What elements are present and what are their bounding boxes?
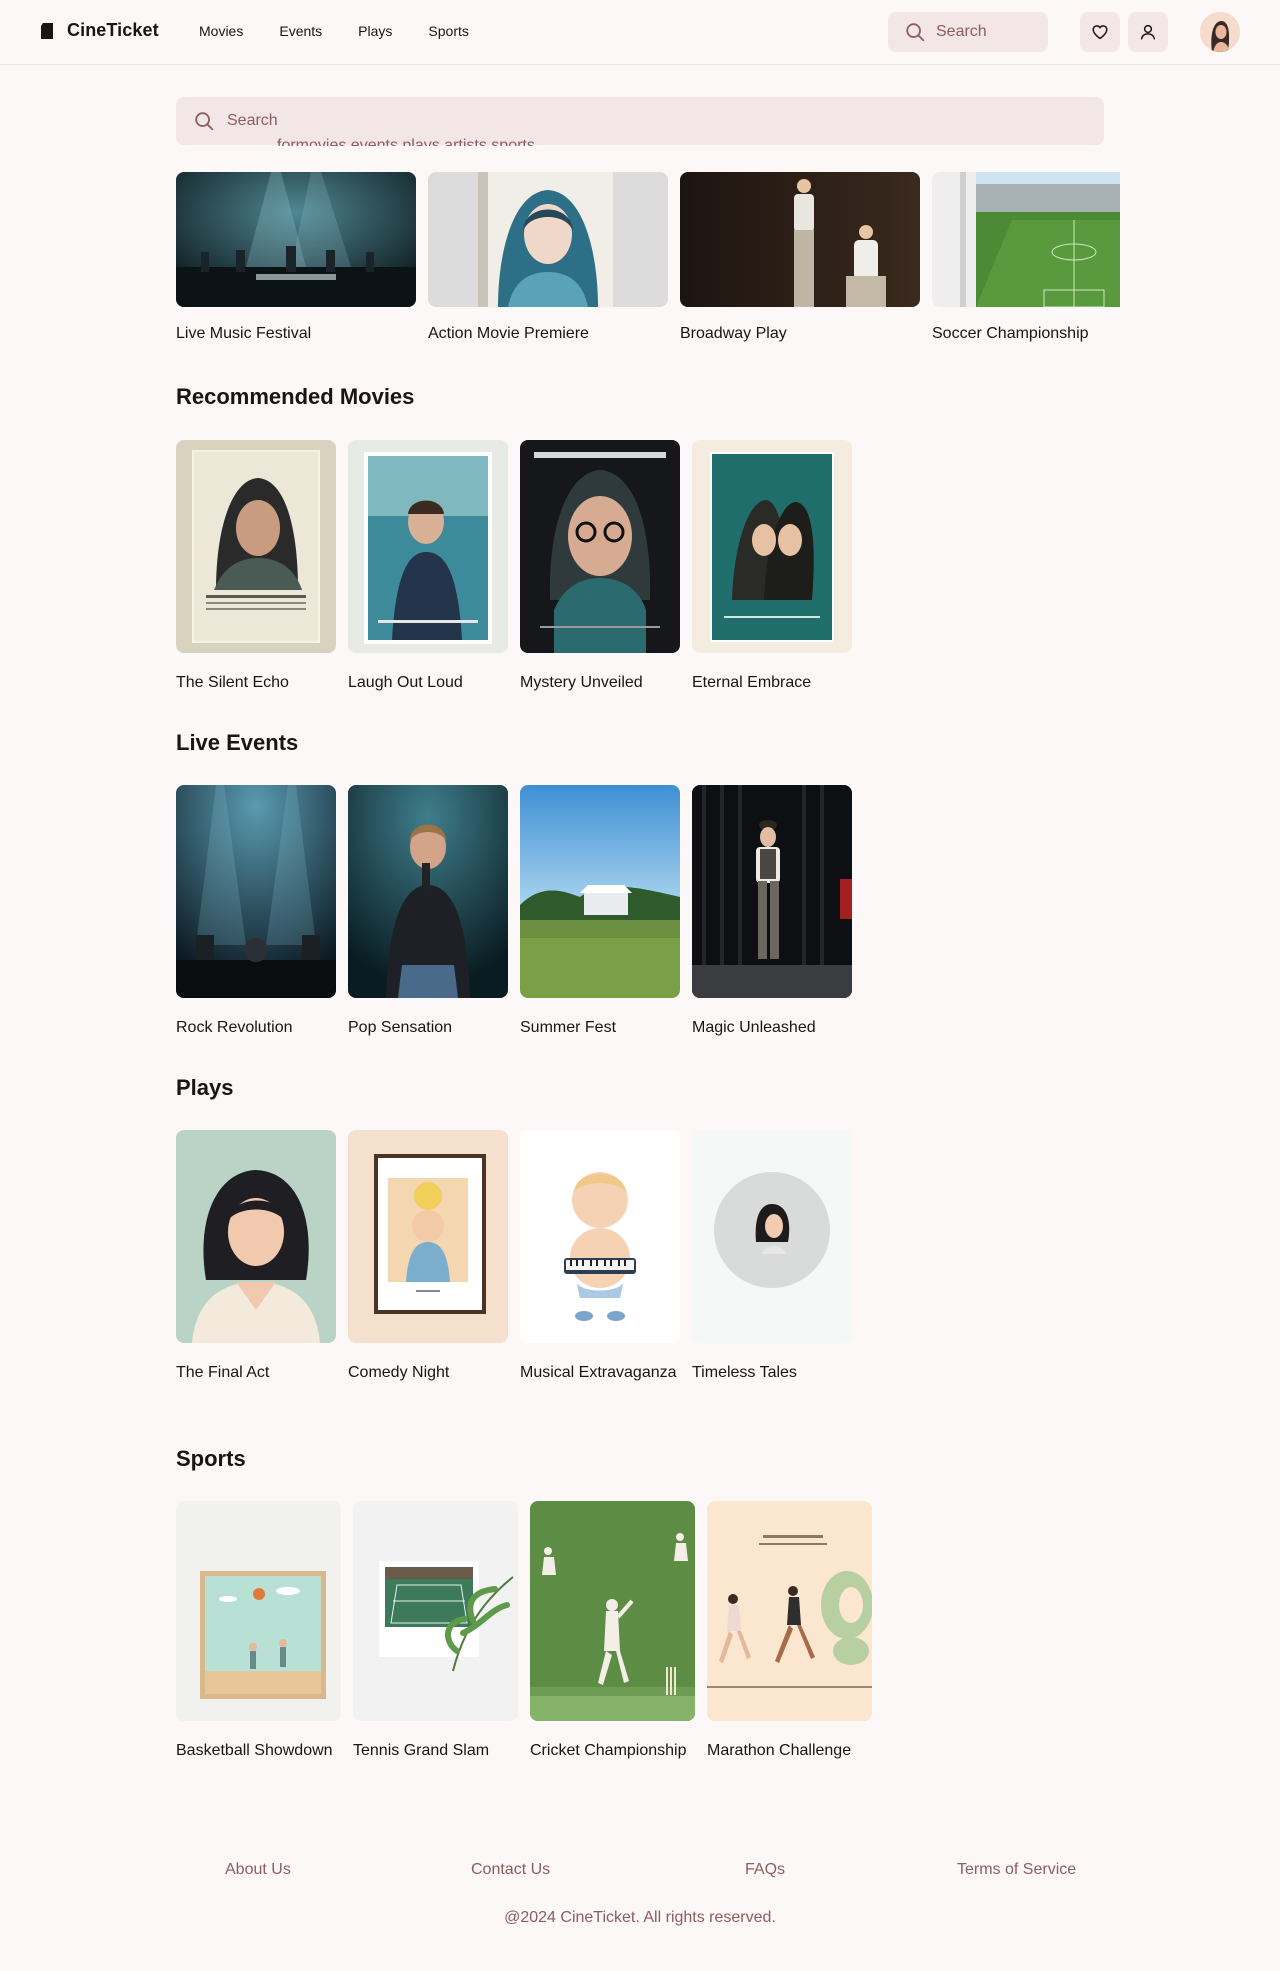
section-title-recommended-movies: Recommended Movies	[176, 384, 415, 409]
copyright-text: @2024 CineTicket. All rights reserved.	[504, 1909, 776, 1926]
movie-card[interactable]: The Silent Echo	[176, 440, 336, 695]
event-title: Magic Unleashed	[692, 1019, 816, 1036]
play-title: Comedy Night	[348, 1364, 450, 1381]
search-icon	[195, 112, 214, 131]
avatar-portrait-image	[1200, 12, 1240, 52]
main-nav: Movies Events Plays Sports	[199, 23, 469, 39]
poster-laugh-out-loud-image	[348, 440, 508, 653]
featured-title: Broadway Play	[680, 325, 787, 342]
movie-title: The Silent Echo	[176, 674, 289, 691]
featured-title: Soccer Championship	[932, 325, 1089, 342]
sports-marathon-challenge-image	[707, 1501, 872, 1721]
sports-card[interactable]: Cricket Championship	[530, 1501, 695, 1763]
nav-item-movies[interactable]: Movies	[199, 23, 243, 39]
header-search-placeholder: Search	[936, 23, 987, 40]
movie-card[interactable]: Mystery Unveiled	[520, 440, 680, 695]
user-icon	[1140, 24, 1156, 40]
main-search-placeholder: Search	[227, 112, 278, 129]
event-pop-sensation-image	[348, 785, 508, 998]
play-title: Timeless Tales	[692, 1364, 797, 1381]
sports-title: Tennis Grand Slam	[353, 1742, 490, 1759]
sports-card[interactable]: Marathon Challenge	[707, 1501, 872, 1763]
event-title: Pop Sensation	[348, 1019, 453, 1036]
sports-basketball-showdown-image	[176, 1501, 341, 1721]
top-navigation-bar: CineTicket Movies Events Plays Sports Se…	[0, 0, 1280, 65]
nav-item-plays[interactable]: Plays	[358, 23, 392, 39]
featured-card[interactable]: Action Movie Premiere	[428, 172, 668, 343]
footer-link-faqs[interactable]: FAQs	[745, 1861, 785, 1879]
sports-tennis-grand-slam-image	[353, 1501, 518, 1721]
featured-carousel: Live Music Festival Action Movie Premier…	[176, 172, 1120, 352]
sports-title: Marathon Challenge	[707, 1742, 852, 1759]
play-title: The Final Act	[176, 1364, 270, 1381]
section-title-plays: Plays	[176, 1075, 234, 1100]
sports-title: Basketball Showdown	[176, 1742, 333, 1759]
nav-item-events[interactable]: Events	[279, 23, 322, 39]
featured-card[interactable]: Soccer Championship	[932, 172, 1120, 343]
event-card[interactable]: Pop Sensation	[348, 785, 508, 1040]
concert-stage-image	[176, 172, 416, 307]
sports-card[interactable]: Basketball Showdown	[176, 1501, 341, 1763]
poster-eternal-embrace-image	[692, 440, 852, 653]
movie-title: Mystery Unveiled	[520, 674, 643, 691]
app-name: CineTicket	[67, 20, 159, 40]
account-button[interactable]	[1128, 12, 1168, 52]
event-card[interactable]: Rock Revolution	[176, 785, 336, 1040]
movie-title: Laugh Out Loud	[348, 674, 463, 691]
poster-the-silent-echo-image	[176, 440, 336, 653]
section-title-sports: Sports	[176, 1446, 246, 1471]
play-title: Musical Extravaganza	[520, 1364, 677, 1381]
movie-poster-woman-image	[428, 172, 668, 307]
play-musical-extravaganza-image	[520, 1130, 680, 1343]
play-timeless-tales-image	[692, 1130, 852, 1343]
search-icon	[906, 23, 925, 42]
favorites-button[interactable]	[1080, 12, 1120, 52]
footer-link-contact-us[interactable]: Contact Us	[471, 1861, 550, 1879]
soccer-stadium-image	[932, 172, 1120, 307]
poster-mystery-unveiled-image	[520, 440, 680, 653]
user-avatar[interactable]	[1200, 12, 1240, 52]
logo[interactable]: CineTicket	[40, 20, 159, 41]
sports-title: Cricket Championship	[530, 1742, 687, 1759]
search-overflow-text: formovies,events,plays,artists,sports	[277, 137, 535, 146]
broadway-actors-image	[680, 172, 920, 307]
play-the-final-act-image	[176, 1130, 336, 1343]
nav-item-sports[interactable]: Sports	[428, 23, 468, 39]
play-card[interactable]: Musical Extravaganza	[520, 1130, 680, 1385]
play-card[interactable]: The Final Act	[176, 1130, 336, 1385]
featured-card[interactable]: Broadway Play	[680, 172, 920, 343]
event-magic-unleashed-image	[692, 785, 852, 998]
footer-link-terms-of-service[interactable]: Terms of Service	[957, 1861, 1076, 1879]
featured-card[interactable]: Live Music Festival	[176, 172, 416, 343]
featured-title: Action Movie Premiere	[428, 325, 589, 342]
event-card[interactable]: Magic Unleashed	[692, 785, 852, 1040]
sports-card[interactable]: Tennis Grand Slam	[353, 1501, 518, 1763]
movie-card[interactable]: Laugh Out Loud	[348, 440, 508, 695]
movie-title: Eternal Embrace	[692, 674, 812, 691]
movie-card[interactable]: Eternal Embrace	[692, 440, 852, 695]
logo-mark-icon	[41, 22, 53, 39]
play-card[interactable]: Comedy Night	[348, 1130, 508, 1385]
event-title: Rock Revolution	[176, 1019, 293, 1036]
event-rock-revolution-image	[176, 785, 336, 998]
header-search-field[interactable]: Search	[888, 12, 1048, 52]
section-title-live-events: Live Events	[176, 730, 299, 755]
event-title: Summer Fest	[520, 1019, 617, 1036]
event-card[interactable]: Summer Fest	[520, 785, 680, 1040]
event-summer-fest-image	[520, 785, 680, 998]
featured-title: Live Music Festival	[176, 325, 312, 342]
sports-cricket-championship-image	[530, 1501, 695, 1721]
play-comedy-night-image	[348, 1130, 508, 1343]
play-card[interactable]: Timeless Tales	[692, 1130, 852, 1385]
heart-icon	[1092, 25, 1108, 40]
footer-links: About Us Contact Us FAQs Terms of Servic…	[0, 1861, 1280, 1885]
footer-link-about-us[interactable]: About Us	[225, 1861, 291, 1879]
